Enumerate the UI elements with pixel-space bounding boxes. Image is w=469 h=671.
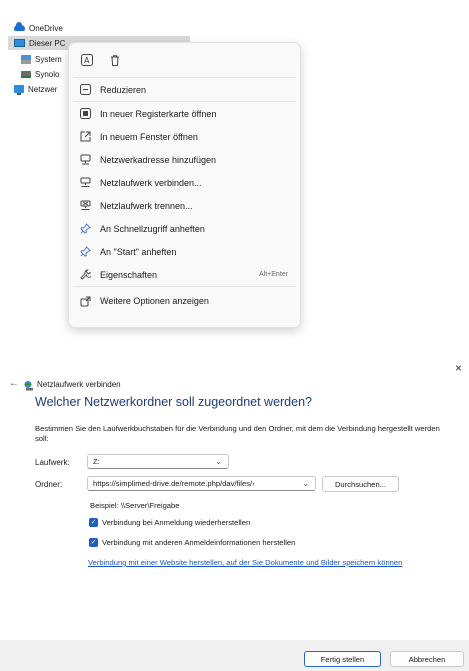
disconnect-drive-icon [79,200,91,212]
drive-letter-select[interactable]: Z: ⌄ [87,454,229,469]
new-tab-icon [79,108,91,120]
tree-item-onedrive[interactable]: OneDrive [14,21,184,35]
menu-item-label: In neuem Fenster öffnen [100,131,198,142]
folder-path-value: https://simplimed-drive.de/remote.php/da… [93,479,255,488]
menu-item-label: Netzlaufwerk verbinden... [100,177,202,188]
browse-button[interactable]: Durchsuchen... [322,476,399,492]
properties-icon [79,269,91,281]
menu-item-pin-start[interactable]: An "Start" anheften [69,240,300,263]
network-drive-icon [21,70,31,78]
context-menu-toolbar: A [69,43,300,77]
menu-item-label: An "Start" anheften [100,246,177,257]
svg-text:A: A [84,56,90,65]
menu-item-add-network-location[interactable]: Netzwerkadresse hinzufügen [69,148,300,171]
reconnect-label: Verbindung bei Anmeldung wiederherstelle… [102,518,251,527]
tree-item-label: OneDrive [29,23,63,33]
tree-item-label: System [35,54,62,64]
close-button[interactable]: × [455,361,462,375]
reconnect-checkbox-row[interactable]: ✓ Verbindung bei Anmeldung wiederherstel… [89,518,250,527]
context-menu: A Reduzieren In neuer Registerkarte öffn… [68,42,301,328]
folder-path-combobox[interactable]: https://simplimed-drive.de/remote.php/da… [87,476,316,491]
menu-item-label: Netzwerkadresse hinzufügen [100,154,217,165]
menu-item-label: Netzlaufwerk trennen... [100,200,193,211]
menu-item-properties[interactable]: Eigenschaften Alt+Enter [69,263,300,286]
menu-item-show-more-options[interactable]: Weitere Optionen anzeigen [69,287,300,315]
menu-item-pin-quick-access[interactable]: An Schnellzugriff anheften [69,217,300,240]
tree-item-synology[interactable]: Synolo [21,67,59,81]
shortcut-label: Alt+Enter [259,271,288,278]
map-drive-icon [23,378,33,391]
tree-item-system[interactable]: System [21,52,62,66]
menu-item-label: In neuer Registerkarte öffnen [100,108,217,119]
pin-icon [79,246,91,258]
menu-item-disconnect-network-drive[interactable]: Netzlaufwerk trennen... [69,194,300,217]
tree-item-network[interactable]: Netzwer [14,82,57,96]
other-credentials-label: Verbindung mit anderen Anmeldeinformatio… [102,538,296,547]
menu-item-open-new-window[interactable]: In neuem Fenster öffnen [69,125,300,148]
map-drive-icon [79,177,91,189]
computer-icon [14,39,25,47]
drive-label: Laufwerk: [35,458,70,467]
menu-item-label: Eigenschaften [100,269,158,280]
drive-letter-value: Z: [93,457,100,466]
pin-icon [79,223,91,235]
trash-icon[interactable] [107,52,123,68]
new-window-icon [79,131,91,143]
back-button[interactable]: ← [9,378,19,389]
network-location-icon [79,154,91,166]
chevron-down-icon: ⌄ [215,457,222,466]
other-credentials-checkbox[interactable]: ✓ [89,538,98,547]
cloud-icon [14,22,25,31]
instructions-text: Bestimmen Sie den Laufwerkbuchstaben für… [35,424,440,443]
example-text: Beispiel: \\Server\Freigabe [90,501,180,510]
menu-item-open-new-tab[interactable]: In neuer Registerkarte öffnen [69,102,300,125]
network-icon [14,85,24,95]
collapse-icon [79,84,91,96]
tree-item-label: Dieser PC [29,38,66,48]
website-connection-link[interactable]: Verbindung mit einer Website herstellen,… [88,558,453,568]
page-heading: Welcher Netzwerkordner soll zugeordnet w… [35,395,312,409]
more-options-icon [79,295,91,307]
folder-label: Ordner: [35,480,63,489]
menu-item-label: Weitere Optionen anzeigen [100,296,209,306]
tree-item-label: Synolo [35,69,60,79]
finish-button[interactable]: Fertig stellen [304,651,381,667]
system-drive-icon [21,54,31,64]
menu-item-label: An Schnellzugriff anheften [100,223,205,234]
reconnect-checkbox[interactable]: ✓ [89,518,98,527]
menu-item-collapse[interactable]: Reduzieren [69,78,300,101]
copilot-icon[interactable]: A [79,52,95,68]
cancel-button[interactable]: Abbrechen [390,651,464,667]
tree-item-label: Netzwer [28,84,58,94]
menu-item-map-network-drive[interactable]: Netzlaufwerk verbinden... [69,171,300,194]
chevron-down-icon: ⌄ [302,479,309,488]
dialog-title: Netzlaufwerk verbinden [37,380,121,389]
menu-item-label: Reduzieren [100,84,147,95]
other-credentials-checkbox-row[interactable]: ✓ Verbindung mit anderen Anmeldeinformat… [89,538,295,547]
